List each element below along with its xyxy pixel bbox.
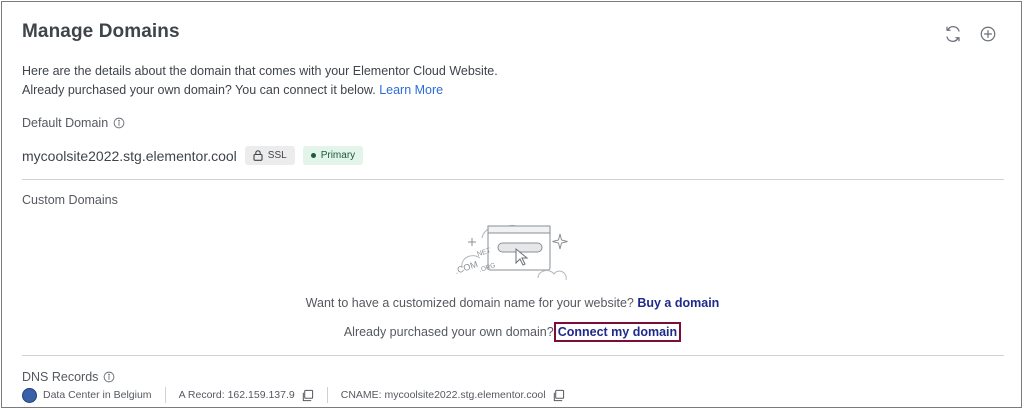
connect-domain-link[interactable]: Connect my domain (553, 322, 682, 342)
ssl-badge: SSL (244, 146, 295, 165)
default-domain-label: Default Domain (22, 116, 109, 130)
primary-badge: Primary (302, 146, 364, 165)
data-center-item: Data Center in Belgium (22, 387, 165, 403)
add-circle-icon[interactable] (978, 24, 998, 44)
buy-domain-link[interactable]: Buy a domain (637, 296, 719, 310)
custom-domains-label: Custom Domains (22, 193, 118, 207)
divider (22, 179, 1004, 180)
status-dot (310, 153, 316, 158)
custom-domains-heading: Custom Domains (22, 193, 118, 207)
intro-line-2: Already purchased your own domain? You c… (22, 81, 498, 100)
connect-domain-line: Already purchased your own domain? Connec… (2, 322, 1023, 342)
default-domain-row: mycoolsite2022.stg.elementor.cool SSL Pr… (22, 145, 364, 166)
domain-illustration: .NET .COM .ORG (454, 224, 568, 281)
copy-icon[interactable] (552, 389, 565, 402)
cname-label: CNAME: mycoolsite2022.stg.elementor.cool (340, 389, 546, 401)
data-center-label: Data Center in Belgium (43, 389, 152, 401)
dns-records-label: DNS Records (22, 370, 99, 384)
lock-icon (253, 150, 263, 161)
connect-prompt: Already purchased your own domain? (343, 325, 554, 339)
illustration-org: .ORG (478, 262, 496, 274)
a-record-label: A Record: 162.159.137.9 (178, 389, 295, 401)
dns-records-heading: DNS Records (22, 370, 115, 384)
buy-domain-line: Want to have a customized domain name fo… (2, 296, 1023, 310)
default-domain-name: mycoolsite2022.stg.elementor.cool (22, 147, 237, 164)
a-record-item: A Record: 162.159.137.9 (166, 389, 327, 402)
intro-text: Here are the details about the domain th… (22, 62, 498, 100)
default-domain-heading: Default Domain (22, 116, 125, 130)
manage-domains-panel: Manage Domains Here are the details abou… (1, 1, 1022, 408)
illustration-com: .COM (454, 259, 479, 276)
intro-line-2-text: Already purchased your own domain? You c… (22, 83, 376, 97)
primary-label: Primary (320, 150, 356, 161)
page-title: Manage Domains (22, 21, 180, 42)
info-icon[interactable] (113, 117, 125, 129)
divider (22, 355, 1004, 356)
intro-line-1: Here are the details about the domain th… (22, 64, 498, 78)
cname-item: CNAME: mycoolsite2022.stg.elementor.cool (328, 389, 578, 402)
refresh-icon[interactable] (943, 24, 963, 44)
info-icon[interactable] (103, 371, 115, 383)
dns-records-row: Data Center in Belgium A Record: 162.159… (22, 387, 578, 403)
copy-icon[interactable] (301, 389, 314, 402)
ssl-label: SSL (267, 150, 287, 161)
belgium-flag-icon (22, 387, 37, 403)
learn-more-link[interactable]: Learn More (379, 83, 443, 97)
buy-prompt: Want to have a customized domain name fo… (305, 296, 634, 310)
